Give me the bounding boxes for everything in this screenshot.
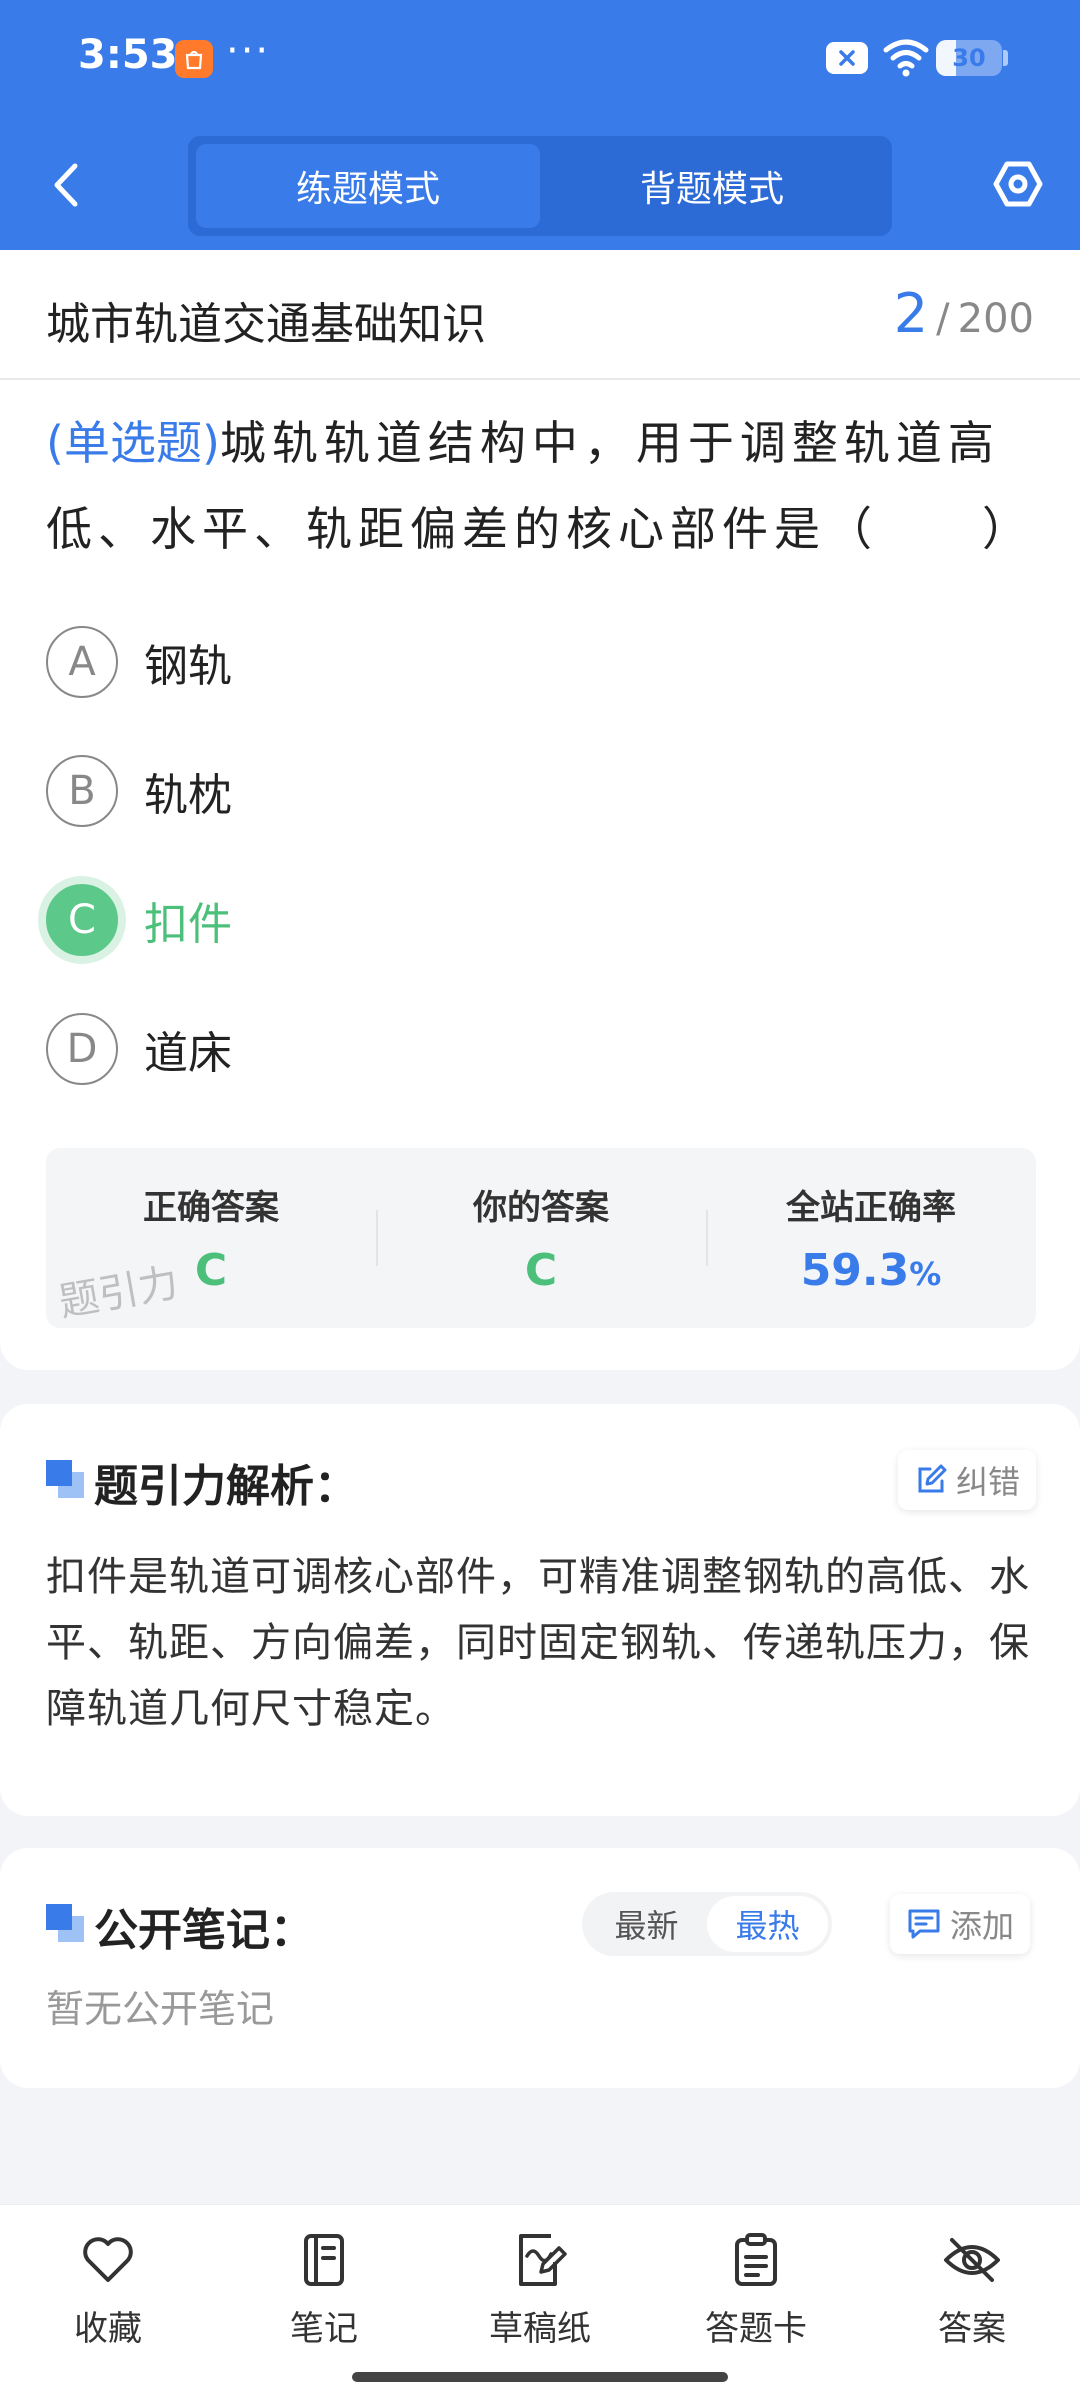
more-notifications: ··· — [226, 28, 271, 74]
add-note-button[interactable]: 添加 — [890, 1894, 1031, 1954]
section-squares-icon — [46, 1904, 84, 1942]
chevron-left-icon — [54, 163, 78, 207]
current-question-number: 2 — [893, 282, 929, 345]
report-error-button[interactable]: 纠错 — [898, 1450, 1037, 1510]
option-text: 扣件 — [144, 899, 232, 950]
notes-button[interactable]: 笔记 — [244, 2225, 404, 2350]
battery-tip — [1003, 50, 1008, 66]
notes-label: 笔记 — [290, 2309, 358, 2349]
settings-button[interactable] — [990, 154, 1046, 214]
empty-notes-message: 暂无公开笔记 — [46, 1987, 275, 2031]
option-text: 道床 — [144, 1028, 232, 1079]
sort-latest[interactable]: 最新 — [586, 1896, 707, 1952]
option-text: 钢轨 — [144, 641, 232, 692]
option-c[interactable]: C 扣件 — [46, 882, 946, 958]
analysis-title: 题引力解析： — [94, 1461, 358, 1512]
your-answer: 你的答案 C — [376, 1148, 706, 1328]
add-note-label: 添加 — [950, 1907, 1015, 1945]
answer-summary: 正确答案 C 你的答案 C 全站正确率 59.3% — [46, 1148, 1036, 1328]
scratch-paper-button[interactable]: 草稿纸 — [460, 2225, 620, 2350]
accuracy-number: 59.3 — [800, 1245, 910, 1296]
report-error-label: 纠错 — [956, 1463, 1021, 1501]
option-letter: A — [46, 626, 118, 698]
wifi-icon — [882, 36, 930, 82]
clipboard-icon — [735, 2233, 777, 2286]
heart-icon — [83, 2237, 133, 2282]
accuracy-unit: % — [909, 1255, 942, 1293]
option-b[interactable]: B 轨枕 — [46, 753, 946, 829]
option-a[interactable]: A 钢轨 — [46, 624, 946, 700]
favorite-label: 收藏 — [74, 2309, 142, 2349]
correct-answer-label: 正确答案 — [143, 1188, 279, 1228]
draft-pen-icon — [519, 2234, 567, 2286]
battery-indicator: 30 — [936, 40, 1002, 76]
answer-card-label: 答题卡 — [705, 2309, 807, 2349]
favorite-button[interactable]: 收藏 — [28, 2225, 188, 2350]
notes-title: 公开笔记： — [94, 1905, 314, 1956]
site-accuracy: 全站正确率 59.3% — [706, 1148, 1036, 1328]
question-text: (单选题)城轨轨道结构中，用于调整轨道高低、水平、轨距偏差的核心部件是（ ） — [46, 400, 1036, 572]
home-indicator[interactable] — [352, 2372, 728, 2382]
status-time: 3:53 — [78, 32, 178, 78]
shopping-bag-icon — [175, 40, 213, 78]
option-text: 轨枕 — [144, 770, 232, 821]
subject-row: 城市轨道交通基础知识 2/200 — [0, 250, 1080, 380]
close-box-icon — [826, 42, 868, 74]
option-letter: B — [46, 755, 118, 827]
show-answer-button[interactable]: 答案 — [892, 2225, 1052, 2350]
your-answer-value: C — [524, 1245, 558, 1296]
tab-practice-mode[interactable]: 练题模式 — [196, 144, 540, 228]
answer-label: 答案 — [938, 2309, 1006, 2349]
status-bar: 3:53 ··· 30 — [0, 0, 1080, 118]
question-card: 城市轨道交通基础知识 2/200 (单选题)城轨轨道结构中，用于调整轨道高低、水… — [0, 250, 1080, 1370]
app-header: 3:53 ··· 30 练题模式 背题模式 — [0, 0, 1080, 250]
back-button[interactable] — [40, 155, 90, 215]
site-accuracy-value: 59.3% — [706, 1245, 1036, 1296]
hexagon-settings-icon — [993, 161, 1043, 207]
subject-title: 城市轨道交通基础知识 — [46, 299, 486, 350]
public-notes-card: 公开笔记： 最新 最热 添加 暂无公开笔记 — [0, 1848, 1080, 2088]
comment-icon — [908, 1909, 940, 1939]
question-progress: 2/200 — [894, 282, 1034, 345]
site-accuracy-label: 全站正确率 — [786, 1188, 956, 1228]
option-letter: C — [46, 884, 118, 956]
notebook-icon — [304, 2234, 344, 2286]
notes-sort-toggle: 最新 最热 — [582, 1892, 832, 1956]
tab-memorize-mode[interactable]: 背题模式 — [540, 144, 884, 228]
answer-card-button[interactable]: 答题卡 — [676, 2225, 836, 2350]
analysis-card: 题引力解析： 纠错 扣件是轨道可调核心部件，可精准调整钢轨的高低、水平、轨距、方… — [0, 1404, 1080, 1816]
analysis-text: 扣件是轨道可调核心部件，可精准调整钢轨的高低、水平、轨距、方向偏差，同时固定钢轨… — [46, 1554, 1030, 1732]
option-letter: D — [46, 1013, 118, 1085]
bottom-toolbar: 收藏 笔记 草稿纸 答题卡 答案 — [0, 2204, 1080, 2400]
edit-icon — [918, 1464, 947, 1493]
progress-separator: / — [936, 296, 950, 342]
your-answer-label: 你的答案 — [473, 1188, 609, 1228]
question-type: (单选题) — [46, 416, 220, 470]
battery-level: 30 — [952, 44, 986, 72]
option-d[interactable]: D 道床 — [46, 1011, 946, 1087]
scratch-paper-label: 草稿纸 — [489, 2309, 591, 2349]
section-squares-icon — [46, 1460, 84, 1498]
mode-switch: 练题模式 背题模式 — [188, 136, 892, 236]
sort-hottest[interactable]: 最热 — [707, 1896, 828, 1952]
total-questions: 200 — [957, 296, 1034, 342]
eye-off-icon — [944, 2238, 1000, 2282]
